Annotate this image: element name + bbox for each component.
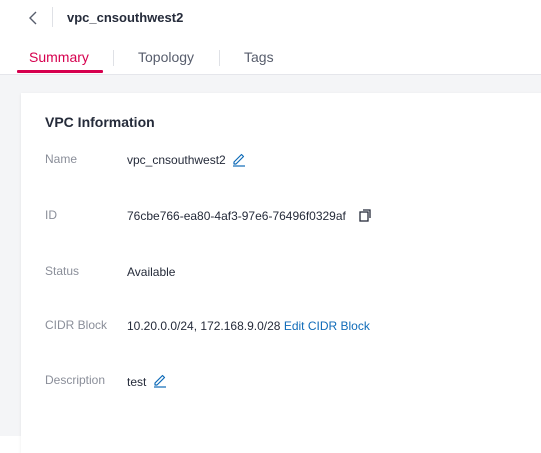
vpc-info-card [21, 93, 541, 453]
page-title: vpc_cnsouthwest2 [67, 10, 184, 25]
tab-topology[interactable]: Topology [138, 49, 194, 65]
description-value: test [127, 375, 147, 389]
back-button[interactable] [24, 8, 44, 28]
top-bar: vpc_cnsouthwest2 [0, 0, 541, 36]
edit-description-pencil-icon[interactable] [152, 372, 168, 393]
name-label: Name [45, 152, 78, 166]
cidr-value: 10.20.0.0/24, 172.168.9.0/28 [127, 319, 281, 333]
copy-icon[interactable] [358, 207, 374, 228]
tab-tags[interactable]: Tags [244, 49, 274, 65]
tab-summary[interactable]: Summary [29, 49, 89, 65]
cidr-label: CIDR Block [45, 318, 108, 332]
id-label: ID [45, 208, 57, 222]
cidr-row: 10.20.0.0/24, 172.168.9.0/28 Edit CIDR B… [127, 319, 370, 333]
status-value: Available [127, 265, 176, 279]
edit-name-pencil-icon[interactable] [231, 151, 247, 172]
card-title: VPC Information [45, 114, 155, 130]
chevron-left-icon [29, 11, 37, 25]
edit-cidr-link[interactable]: Edit CIDR Block [284, 319, 370, 333]
status-label: Status [45, 264, 80, 278]
tab-separator [113, 50, 114, 66]
tab-bar: Summary Topology Tags [0, 40, 541, 75]
tab-separator [219, 50, 220, 66]
id-value: 76cbe766-ea80-4af3-97e6-76496f0329af [127, 209, 346, 223]
name-value: vpc_cnsouthwest2 [127, 153, 226, 167]
active-tab-indicator [17, 70, 103, 73]
header-divider [52, 7, 53, 27]
description-label: Description [45, 373, 106, 387]
